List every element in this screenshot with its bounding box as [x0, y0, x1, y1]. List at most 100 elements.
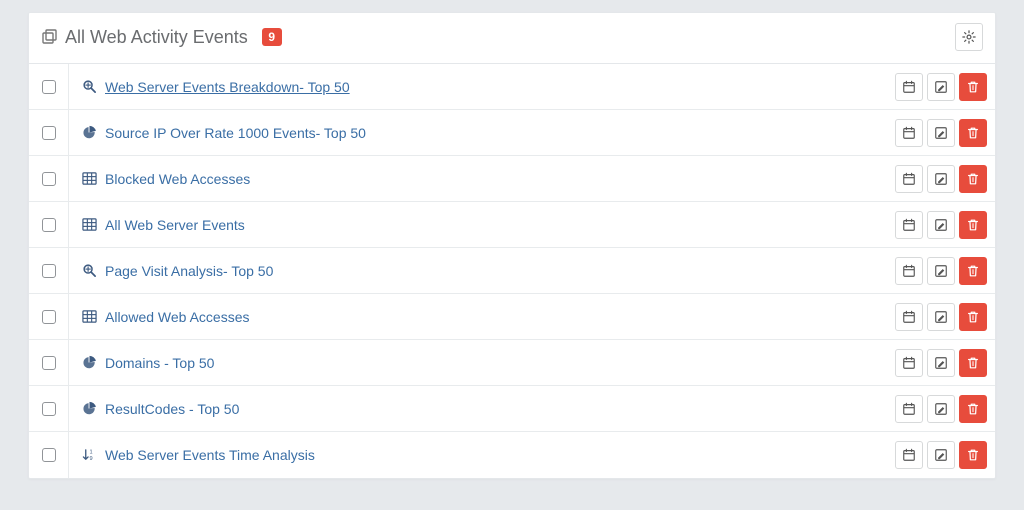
- row-link[interactable]: Web Server Events Time Analysis: [105, 447, 315, 463]
- edit-button[interactable]: [927, 441, 955, 469]
- trash-icon: [966, 126, 980, 140]
- schedule-button[interactable]: [895, 73, 923, 101]
- row-checkbox[interactable]: [42, 310, 56, 324]
- page-title: All Web Activity Events: [65, 27, 248, 48]
- edit-button[interactable]: [927, 395, 955, 423]
- row-actions: [891, 211, 995, 239]
- edit-icon: [934, 356, 948, 370]
- table-icon: [81, 171, 97, 186]
- list-item: All Web Server Events: [29, 202, 995, 248]
- schedule-button[interactable]: [895, 441, 923, 469]
- schedule-button[interactable]: [895, 211, 923, 239]
- row-main: Allowed Web Accesses: [69, 309, 891, 325]
- delete-button[interactable]: [959, 303, 987, 331]
- list-item: Blocked Web Accesses: [29, 156, 995, 202]
- events-list: Web Server Events Breakdown- Top 50 Sour…: [29, 63, 995, 478]
- checkbox-cell: [29, 432, 69, 478]
- trash-icon: [966, 264, 980, 278]
- calendar-icon: [902, 448, 916, 462]
- edit-button[interactable]: [927, 73, 955, 101]
- edit-icon: [934, 310, 948, 324]
- panel-header: All Web Activity Events 9: [29, 13, 995, 63]
- row-checkbox[interactable]: [42, 448, 56, 462]
- list-item: ResultCodes - Top 50: [29, 386, 995, 432]
- delete-button[interactable]: [959, 395, 987, 423]
- row-main: Page Visit Analysis- Top 50: [69, 263, 891, 279]
- trash-icon: [966, 448, 980, 462]
- edit-button[interactable]: [927, 257, 955, 285]
- delete-button[interactable]: [959, 257, 987, 285]
- schedule-button[interactable]: [895, 349, 923, 377]
- row-main: Domains - Top 50: [69, 355, 891, 371]
- checkbox-cell: [29, 248, 69, 293]
- schedule-button[interactable]: [895, 165, 923, 193]
- edit-icon: [934, 448, 948, 462]
- trash-icon: [966, 172, 980, 186]
- row-checkbox[interactable]: [42, 264, 56, 278]
- schedule-button[interactable]: [895, 119, 923, 147]
- checkbox-cell: [29, 202, 69, 247]
- delete-button[interactable]: [959, 211, 987, 239]
- count-badge: 9: [262, 28, 282, 46]
- row-checkbox[interactable]: [42, 126, 56, 140]
- row-checkbox[interactable]: [42, 80, 56, 94]
- table-icon: [81, 217, 97, 232]
- edit-icon: [934, 80, 948, 94]
- delete-button[interactable]: [959, 119, 987, 147]
- row-actions: [891, 349, 995, 377]
- row-checkbox[interactable]: [42, 172, 56, 186]
- row-actions: [891, 441, 995, 469]
- row-actions: [891, 119, 995, 147]
- row-link[interactable]: All Web Server Events: [105, 217, 245, 233]
- row-checkbox[interactable]: [42, 218, 56, 232]
- row-main: Source IP Over Rate 1000 Events- Top 50: [69, 125, 891, 141]
- edit-button[interactable]: [927, 119, 955, 147]
- edit-button[interactable]: [927, 303, 955, 331]
- row-link[interactable]: Web Server Events Breakdown- Top 50: [105, 79, 350, 95]
- schedule-button[interactable]: [895, 395, 923, 423]
- delete-button[interactable]: [959, 73, 987, 101]
- checkbox-cell: [29, 386, 69, 431]
- edit-button[interactable]: [927, 349, 955, 377]
- table-icon: [81, 309, 97, 324]
- list-item: Source IP Over Rate 1000 Events- Top 50: [29, 110, 995, 156]
- row-checkbox[interactable]: [42, 356, 56, 370]
- calendar-icon: [902, 172, 916, 186]
- delete-button[interactable]: [959, 165, 987, 193]
- calendar-icon: [902, 356, 916, 370]
- edit-icon: [934, 172, 948, 186]
- edit-icon: [934, 264, 948, 278]
- row-main: Web Server Events Breakdown- Top 50: [69, 79, 891, 95]
- delete-button[interactable]: [959, 349, 987, 377]
- calendar-icon: [902, 264, 916, 278]
- magnify-icon: [81, 263, 97, 278]
- edit-button[interactable]: [927, 211, 955, 239]
- settings-button[interactable]: [955, 23, 983, 51]
- checkbox-cell: [29, 156, 69, 201]
- row-link[interactable]: Domains - Top 50: [105, 355, 214, 371]
- schedule-button[interactable]: [895, 303, 923, 331]
- calendar-icon: [902, 310, 916, 324]
- sort-numeric-icon: [81, 448, 97, 463]
- row-actions: [891, 257, 995, 285]
- edit-button[interactable]: [927, 165, 955, 193]
- calendar-icon: [902, 218, 916, 232]
- row-link[interactable]: ResultCodes - Top 50: [105, 401, 239, 417]
- calendar-icon: [902, 126, 916, 140]
- row-link[interactable]: Blocked Web Accesses: [105, 171, 250, 187]
- trash-icon: [966, 218, 980, 232]
- schedule-button[interactable]: [895, 257, 923, 285]
- row-link[interactable]: Page Visit Analysis- Top 50: [105, 263, 273, 279]
- events-panel: All Web Activity Events 9 Web Server Eve…: [28, 12, 996, 479]
- trash-icon: [966, 402, 980, 416]
- checkbox-cell: [29, 294, 69, 339]
- trash-icon: [966, 310, 980, 324]
- pie-chart-icon: [81, 125, 97, 140]
- delete-button[interactable]: [959, 441, 987, 469]
- row-actions: [891, 395, 995, 423]
- row-link[interactable]: Allowed Web Accesses: [105, 309, 249, 325]
- row-checkbox[interactable]: [42, 402, 56, 416]
- calendar-icon: [902, 80, 916, 94]
- row-link[interactable]: Source IP Over Rate 1000 Events- Top 50: [105, 125, 366, 141]
- list-item: Domains - Top 50: [29, 340, 995, 386]
